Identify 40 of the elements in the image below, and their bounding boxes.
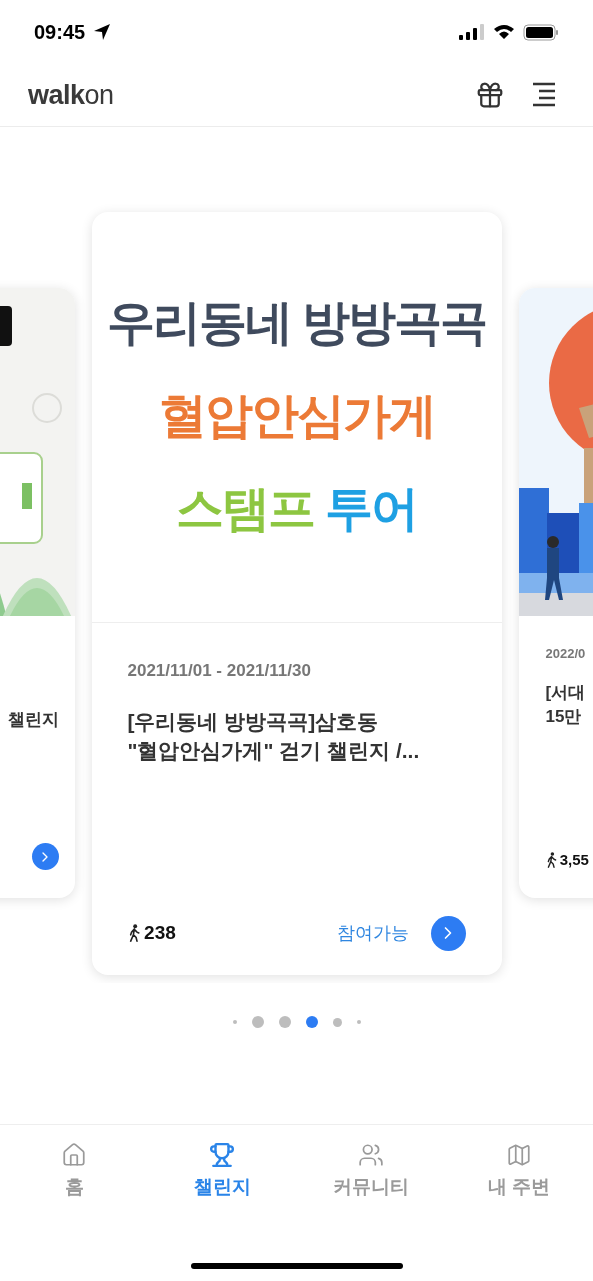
page-dot[interactable]	[356, 1020, 361, 1024]
battery-icon	[523, 23, 559, 41]
page-dot[interactable]	[305, 1016, 318, 1028]
page-dot[interactable]	[278, 1016, 291, 1028]
tab[interactable]: 커뮤니티	[296, 1141, 445, 1201]
participant-count: 238	[144, 922, 176, 944]
participant-count: 3,55	[559, 851, 589, 868]
wifi-icon	[493, 24, 515, 40]
challenge-card[interactable]: 챌린지	[0, 288, 75, 898]
home-icon	[61, 1142, 88, 1168]
date-range: 2022/0	[545, 646, 586, 661]
gift-icon	[475, 80, 505, 110]
status-label: 참여가능	[336, 922, 409, 945]
next-button[interactable]	[31, 843, 59, 870]
next-button[interactable]	[430, 915, 466, 951]
card-title: 챌린지	[7, 709, 59, 731]
app-logo: walkon	[28, 79, 114, 111]
tab[interactable]: 내 주변	[444, 1141, 593, 1201]
gift-button[interactable]	[475, 80, 505, 110]
map-icon	[505, 1142, 532, 1168]
tab[interactable]: 홈	[0, 1141, 149, 1201]
page-dot[interactable]	[232, 1020, 237, 1024]
card-title: [서대 15만	[545, 682, 586, 728]
walking-person-icon	[127, 924, 141, 942]
trophy-icon	[209, 1142, 236, 1168]
card-title: [우리동네 방방곡곡]삼호동 "혈압안심가게" 걷기 챌린지 /...	[127, 708, 421, 764]
page-dot[interactable]	[332, 1017, 342, 1027]
people-icon	[357, 1142, 384, 1168]
page-dot[interactable]	[251, 1016, 264, 1028]
banner-heading: 우리동네 방방곡곡	[106, 297, 487, 351]
location-arrow-icon	[93, 23, 112, 41]
tab[interactable]: 챌린지	[148, 1141, 297, 1201]
date-range: 2021/11/01 - 2021/11/30	[127, 660, 312, 681]
challenge-card[interactable]: 2022/0 [서대 15만 3,55	[518, 288, 593, 898]
signal-icon	[459, 24, 485, 40]
clock: 09:45	[34, 20, 86, 44]
banner-heading: 혈압안심가게	[158, 390, 435, 443]
challenge-card[interactable]: 우리동네 방방곡곡 혈압안심가게 스탬프 투어 2021/11/01 - 2021/11/30 [우리동네 방방곡곡]삼호동 "혈압안심가게" 걷기 챌린지 /... 238 참여가능	[91, 211, 502, 975]
walking-person-icon	[545, 851, 557, 868]
banner-heading: 스탬프 투어	[175, 482, 418, 536]
